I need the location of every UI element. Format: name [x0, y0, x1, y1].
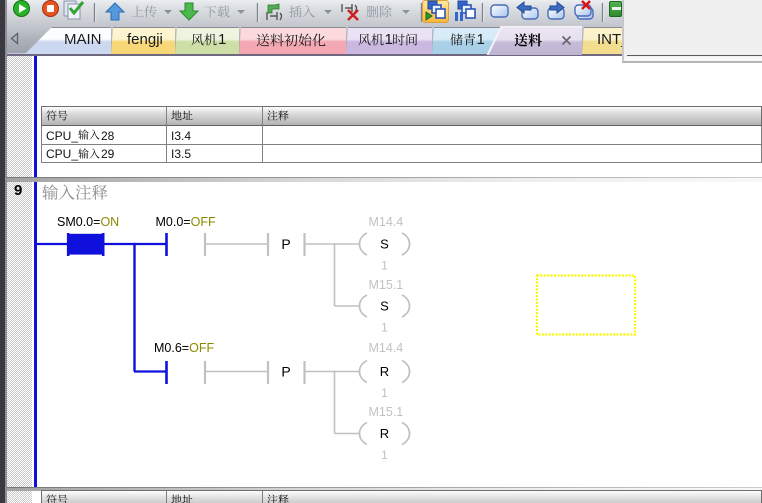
svg-text:S: S — [380, 237, 389, 252]
svg-text:1: 1 — [381, 448, 388, 462]
svg-text:1: 1 — [381, 259, 388, 273]
svg-text:P: P — [281, 236, 290, 252]
svg-text:1: 1 — [381, 321, 388, 335]
svg-text:S: S — [380, 299, 389, 314]
svg-text:1: 1 — [381, 386, 388, 400]
svg-text:R: R — [380, 364, 389, 379]
svg-text:P: P — [281, 364, 290, 380]
svg-text:R: R — [380, 426, 389, 441]
